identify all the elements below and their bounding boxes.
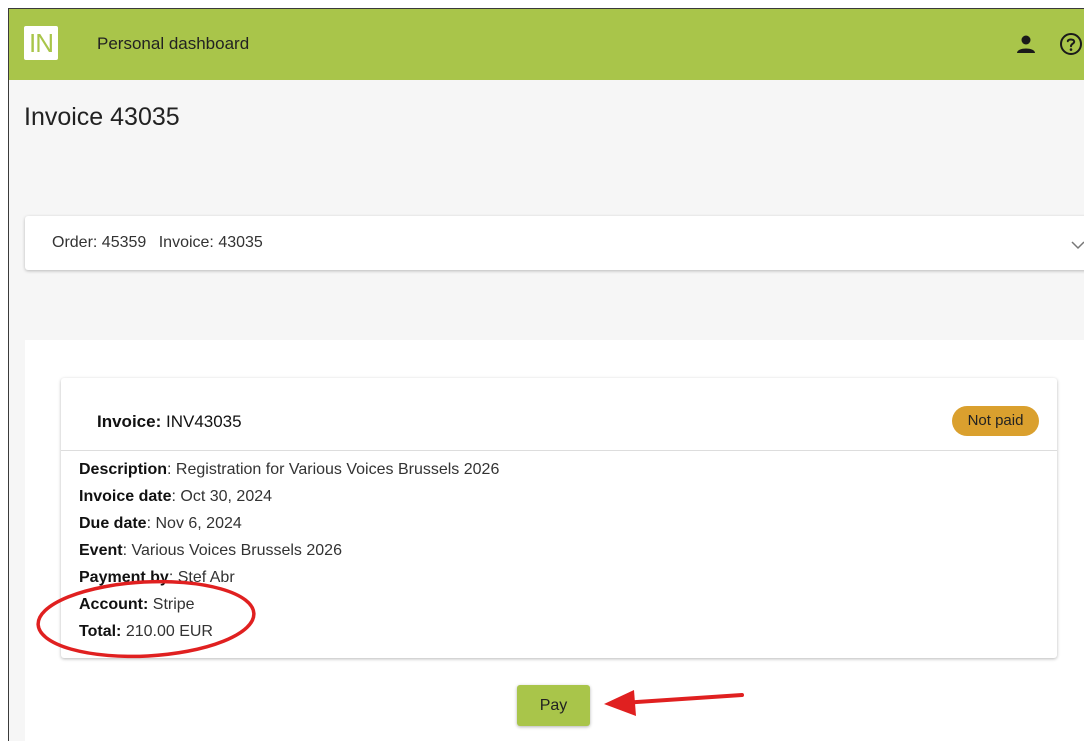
top-bar: IN Personal dashboard xyxy=(9,9,1084,80)
detail-label: Event xyxy=(79,542,123,559)
detail-value: Oct 30, 2024 xyxy=(180,488,273,505)
detail-value: Registration for Various Voices Brussels… xyxy=(175,461,500,478)
detail-label: Account: xyxy=(79,596,149,613)
order-panel[interactable]: Order: 45359 Invoice: 43035 xyxy=(25,216,1084,270)
help-icon[interactable] xyxy=(1059,32,1083,56)
detail-row-event: Event: Various Voices Brussels 2026 xyxy=(79,537,499,564)
detail-label: Invoice date xyxy=(79,488,172,505)
order-invoice-number: Invoice: 43035 xyxy=(158,234,263,251)
app-window: IN Personal dashboard Invoice 43035 Orde… xyxy=(8,8,1084,741)
detail-separator: : xyxy=(146,515,152,532)
detail-row-account: Account: Stripe xyxy=(79,591,499,618)
invoice-details: Description: Registration for Various Vo… xyxy=(79,456,499,645)
invoice-label: Invoice: xyxy=(97,412,162,431)
detail-separator: : xyxy=(171,488,176,505)
invoice-card: Invoice: INV43035 Not paid Description: … xyxy=(25,340,1084,741)
invoice-header: Invoice: INV43035 Not paid xyxy=(61,378,1057,451)
detail-value: Nov 6, 2024 xyxy=(155,515,242,532)
detail-value: Various Voices Brussels 2026 xyxy=(131,542,342,559)
detail-value: 210.00 EUR xyxy=(125,623,213,640)
detail-label: Due date xyxy=(79,515,147,532)
detail-label: Description xyxy=(79,461,168,478)
detail-value: Stripe xyxy=(152,596,195,613)
user-icon[interactable] xyxy=(1015,33,1037,55)
app-title: Personal dashboard xyxy=(97,34,250,53)
logo: IN xyxy=(24,26,58,60)
detail-separator: : xyxy=(168,569,174,586)
invoice-number: INV43035 xyxy=(165,412,242,431)
detail-label: Payment by xyxy=(79,569,169,586)
chevron-down-icon[interactable] xyxy=(1071,240,1084,250)
detail-row-due-date: Due date: Nov 6, 2024 xyxy=(79,510,499,537)
order-number: Order: 45359 xyxy=(52,234,147,251)
invoice-title: Invoice: INV43035 xyxy=(97,412,242,432)
detail-row-total: Total: 210.00 EUR xyxy=(79,618,499,645)
invoice-panel: Invoice: INV43035 Not paid Description: … xyxy=(61,378,1057,658)
detail-separator: : xyxy=(167,461,172,478)
detail-separator: : xyxy=(122,542,128,559)
pay-button[interactable]: Pay xyxy=(517,685,590,726)
detail-row-invoice-date: Invoice date: Oct 30, 2024 xyxy=(79,483,499,510)
detail-row-description: Description: Registration for Various Vo… xyxy=(79,456,499,483)
detail-row-payment-by: Payment by: Stef Abr xyxy=(79,564,499,591)
page-title: Invoice 43035 xyxy=(24,103,180,131)
detail-value: Stef Abr xyxy=(177,569,235,586)
order-summary: Order: 45359 Invoice: 43035 xyxy=(52,234,271,252)
detail-label: Total: xyxy=(79,623,122,640)
status-badge: Not paid xyxy=(952,406,1039,436)
